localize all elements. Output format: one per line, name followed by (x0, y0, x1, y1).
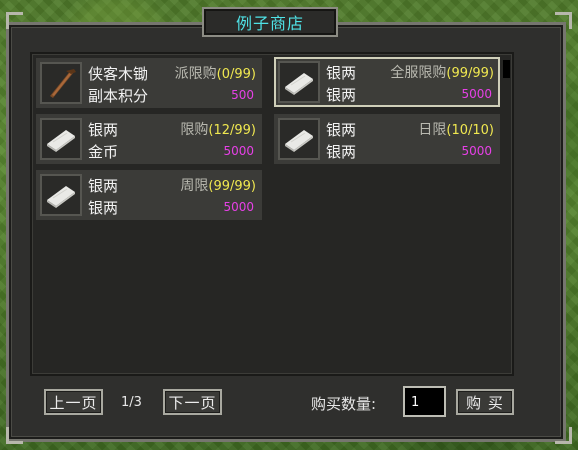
page-indicator: 1/3 (121, 395, 142, 410)
item-limit: 周限(99/99) (180, 175, 256, 195)
item-price: 5000 (461, 144, 492, 158)
next-page-button[interactable]: 下一页 (163, 389, 222, 415)
paper-scroll-icon (285, 130, 313, 152)
item-price: 5000 (223, 200, 254, 214)
item-slot (40, 174, 82, 216)
limit-label: 周限 (180, 178, 209, 194)
limit-label: 限购 (180, 122, 209, 138)
buy-button[interactable]: 购 买 (456, 389, 514, 415)
item-name: 银两 (88, 121, 119, 139)
quantity-input[interactable]: 1 (403, 386, 446, 417)
limit-label: 全服限购 (390, 65, 447, 81)
shop-item[interactable]: 银两 周限(99/99) 银两 5000 (36, 170, 262, 220)
shop-item[interactable]: 银两 日限(10/10) 银两 5000 (274, 114, 500, 164)
item-price: 500 (231, 88, 254, 102)
item-slot (40, 118, 82, 160)
item-slot (40, 62, 82, 104)
limit-count: (99/99) (446, 66, 494, 81)
panel-corner-bl (6, 427, 23, 444)
panel-corner-tl (6, 12, 23, 29)
paper-scroll-icon (47, 130, 75, 152)
item-cost-currency: 副本积分 (88, 87, 149, 105)
shop-item-selected[interactable]: 银两 全服限购(99/99) 银两 5000 (274, 57, 500, 107)
paper-scroll-icon (285, 73, 313, 95)
quantity-label: 购买数量: (311, 395, 377, 413)
item-cost-currency: 银两 (326, 143, 357, 161)
item-cost-currency: 银两 (88, 199, 119, 217)
limit-count: (12/99) (208, 123, 256, 138)
panel-corner-br (555, 427, 572, 444)
prev-page-button[interactable]: 上一页 (44, 389, 103, 415)
item-name: 侠客木锄 (88, 65, 149, 83)
shop-item[interactable]: 银两 限购(12/99) 金币 5000 (36, 114, 262, 164)
item-limit: 派限购(0/99) (175, 63, 256, 83)
shop-title: 例子商店 (202, 7, 338, 37)
limit-count: (0/99) (216, 67, 256, 82)
item-slot (278, 61, 320, 103)
limit-label: 日限 (418, 122, 447, 138)
item-price: 5000 (223, 144, 254, 158)
limit-count: (99/99) (208, 179, 256, 194)
item-cost-currency: 银两 (326, 86, 357, 104)
item-name: 银两 (88, 177, 119, 195)
item-limit: 全服限购(99/99) (390, 62, 494, 82)
item-list-scrollbar[interactable] (503, 60, 510, 370)
item-limit: 限购(12/99) (180, 119, 256, 139)
limit-count: (10/10) (446, 123, 494, 138)
item-price: 5000 (461, 87, 492, 101)
item-slot (278, 118, 320, 160)
limit-label: 派限购 (174, 66, 217, 82)
panel-corner-tr (555, 12, 572, 29)
item-name: 银两 (326, 64, 357, 82)
paper-scroll-icon (47, 186, 75, 208)
wooden-hoe-icon (50, 69, 76, 98)
item-limit: 日限(10/10) (418, 119, 494, 139)
scroll-thumb[interactable] (503, 60, 510, 78)
item-cost-currency: 金币 (88, 143, 119, 161)
item-name: 银两 (326, 121, 357, 139)
shop-item[interactable]: 侠客木锄 派限购(0/99) 副本积分 500 (36, 58, 262, 108)
